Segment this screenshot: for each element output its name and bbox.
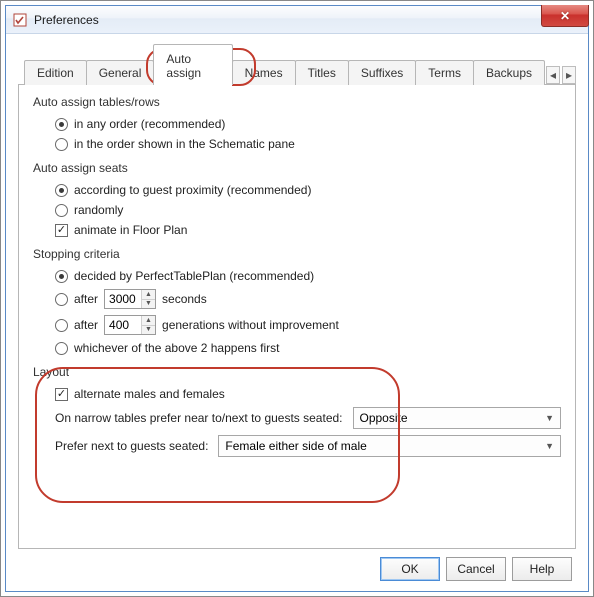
- tab-edition[interactable]: Edition: [24, 60, 87, 85]
- tab-page-auto-assign: Auto assign tables/rows in any order (re…: [18, 85, 576, 549]
- tab-titles[interactable]: Titles: [295, 60, 349, 85]
- radio-seats-random[interactable]: [55, 204, 68, 217]
- group-tables: Auto assign tables/rows in any order (re…: [33, 95, 561, 151]
- close-button[interactable]: ✕: [541, 5, 589, 27]
- radio-tables-any-order[interactable]: [55, 118, 68, 131]
- radio-seats-proximity-label: according to guest proximity (recommende…: [74, 183, 311, 197]
- tab-general[interactable]: General: [86, 60, 155, 85]
- spinner-up-icon[interactable]: ▲: [142, 316, 155, 326]
- titlebar: Preferences ✕: [6, 6, 588, 34]
- tab-names[interactable]: Names: [232, 60, 296, 85]
- spinner-generations-input[interactable]: [105, 316, 141, 334]
- radio-tables-schematic-order[interactable]: [55, 138, 68, 151]
- tab-suffixes[interactable]: Suffixes: [348, 60, 416, 85]
- help-button[interactable]: Help: [512, 557, 572, 581]
- dialog-footer: OK Cancel Help: [18, 549, 576, 583]
- spinner-seconds-input[interactable]: [105, 290, 141, 308]
- narrow-tables-label: On narrow tables prefer near to/next to …: [55, 411, 343, 425]
- window-title: Preferences: [34, 13, 99, 27]
- group-seats: Auto assign seats according to guest pro…: [33, 161, 561, 237]
- group-seats-title: Auto assign seats: [33, 161, 561, 175]
- spinner-seconds[interactable]: ▲▼: [104, 289, 156, 309]
- close-icon: ✕: [560, 9, 570, 23]
- radio-stop-generations-prefix: after: [74, 318, 98, 332]
- checkbox-animate-label: animate in Floor Plan: [74, 223, 187, 237]
- spinner-up-icon[interactable]: ▲: [142, 290, 155, 300]
- combo-prefer-next-to[interactable]: Female either side of male ▼: [218, 435, 561, 457]
- chevron-right-icon: ▸: [566, 68, 572, 82]
- combo-narrow-tables-value: Opposite: [360, 411, 408, 425]
- group-stopping-title: Stopping criteria: [33, 247, 561, 261]
- tab-scroll-right[interactable]: ▸: [562, 66, 576, 84]
- prefer-next-to-label: Prefer next to guests seated:: [55, 439, 208, 453]
- radio-seats-random-label: randomly: [74, 203, 123, 217]
- radio-seats-proximity[interactable]: [55, 184, 68, 197]
- radio-stop-generations[interactable]: [55, 319, 68, 332]
- spinner-generations[interactable]: ▲▼: [104, 315, 156, 335]
- group-layout-title: Layout: [33, 365, 561, 379]
- spinner-down-icon[interactable]: ▼: [142, 326, 155, 335]
- chevron-down-icon: ▼: [545, 413, 554, 423]
- group-tables-title: Auto assign tables/rows: [33, 95, 561, 109]
- chevron-down-icon: ▼: [545, 441, 554, 451]
- tab-backups[interactable]: Backups: [473, 60, 545, 85]
- preferences-window: Preferences ✕ Edition General Auto assig…: [5, 5, 589, 592]
- combo-prefer-next-to-value: Female either side of male: [225, 439, 366, 453]
- radio-stop-seconds-prefix: after: [74, 292, 98, 306]
- ok-button[interactable]: OK: [380, 557, 440, 581]
- group-layout: Layout ✓ alternate males and females On …: [33, 365, 561, 457]
- combo-narrow-tables[interactable]: Opposite ▼: [353, 407, 562, 429]
- cancel-button[interactable]: Cancel: [446, 557, 506, 581]
- radio-tables-schematic-order-label: in the order shown in the Schematic pane: [74, 137, 295, 151]
- tab-terms[interactable]: Terms: [415, 60, 474, 85]
- radio-stop-whichever-label: whichever of the above 2 happens first: [74, 341, 279, 355]
- group-stopping: Stopping criteria decided by PerfectTabl…: [33, 247, 561, 355]
- chevron-left-icon: ◂: [550, 68, 556, 82]
- radio-tables-any-order-label: in any order (recommended): [74, 117, 225, 131]
- checkbox-animate[interactable]: ✓: [55, 224, 68, 237]
- spinner-down-icon[interactable]: ▼: [142, 300, 155, 309]
- tab-scroll-left[interactable]: ◂: [546, 66, 560, 84]
- radio-stop-whichever[interactable]: [55, 342, 68, 355]
- radio-stop-seconds-suffix: seconds: [162, 292, 207, 306]
- radio-stop-decided[interactable]: [55, 270, 68, 283]
- tabstrip: Edition General Auto assign Names Titles…: [18, 44, 576, 85]
- radio-stop-decided-label: decided by PerfectTablePlan (recommended…: [74, 269, 314, 283]
- checkbox-alternate[interactable]: ✓: [55, 388, 68, 401]
- tab-auto-assign[interactable]: Auto assign: [153, 44, 232, 85]
- app-icon: [12, 12, 28, 28]
- radio-stop-seconds[interactable]: [55, 293, 68, 306]
- checkbox-alternate-label: alternate males and females: [74, 387, 225, 401]
- radio-stop-generations-suffix: generations without improvement: [162, 318, 339, 332]
